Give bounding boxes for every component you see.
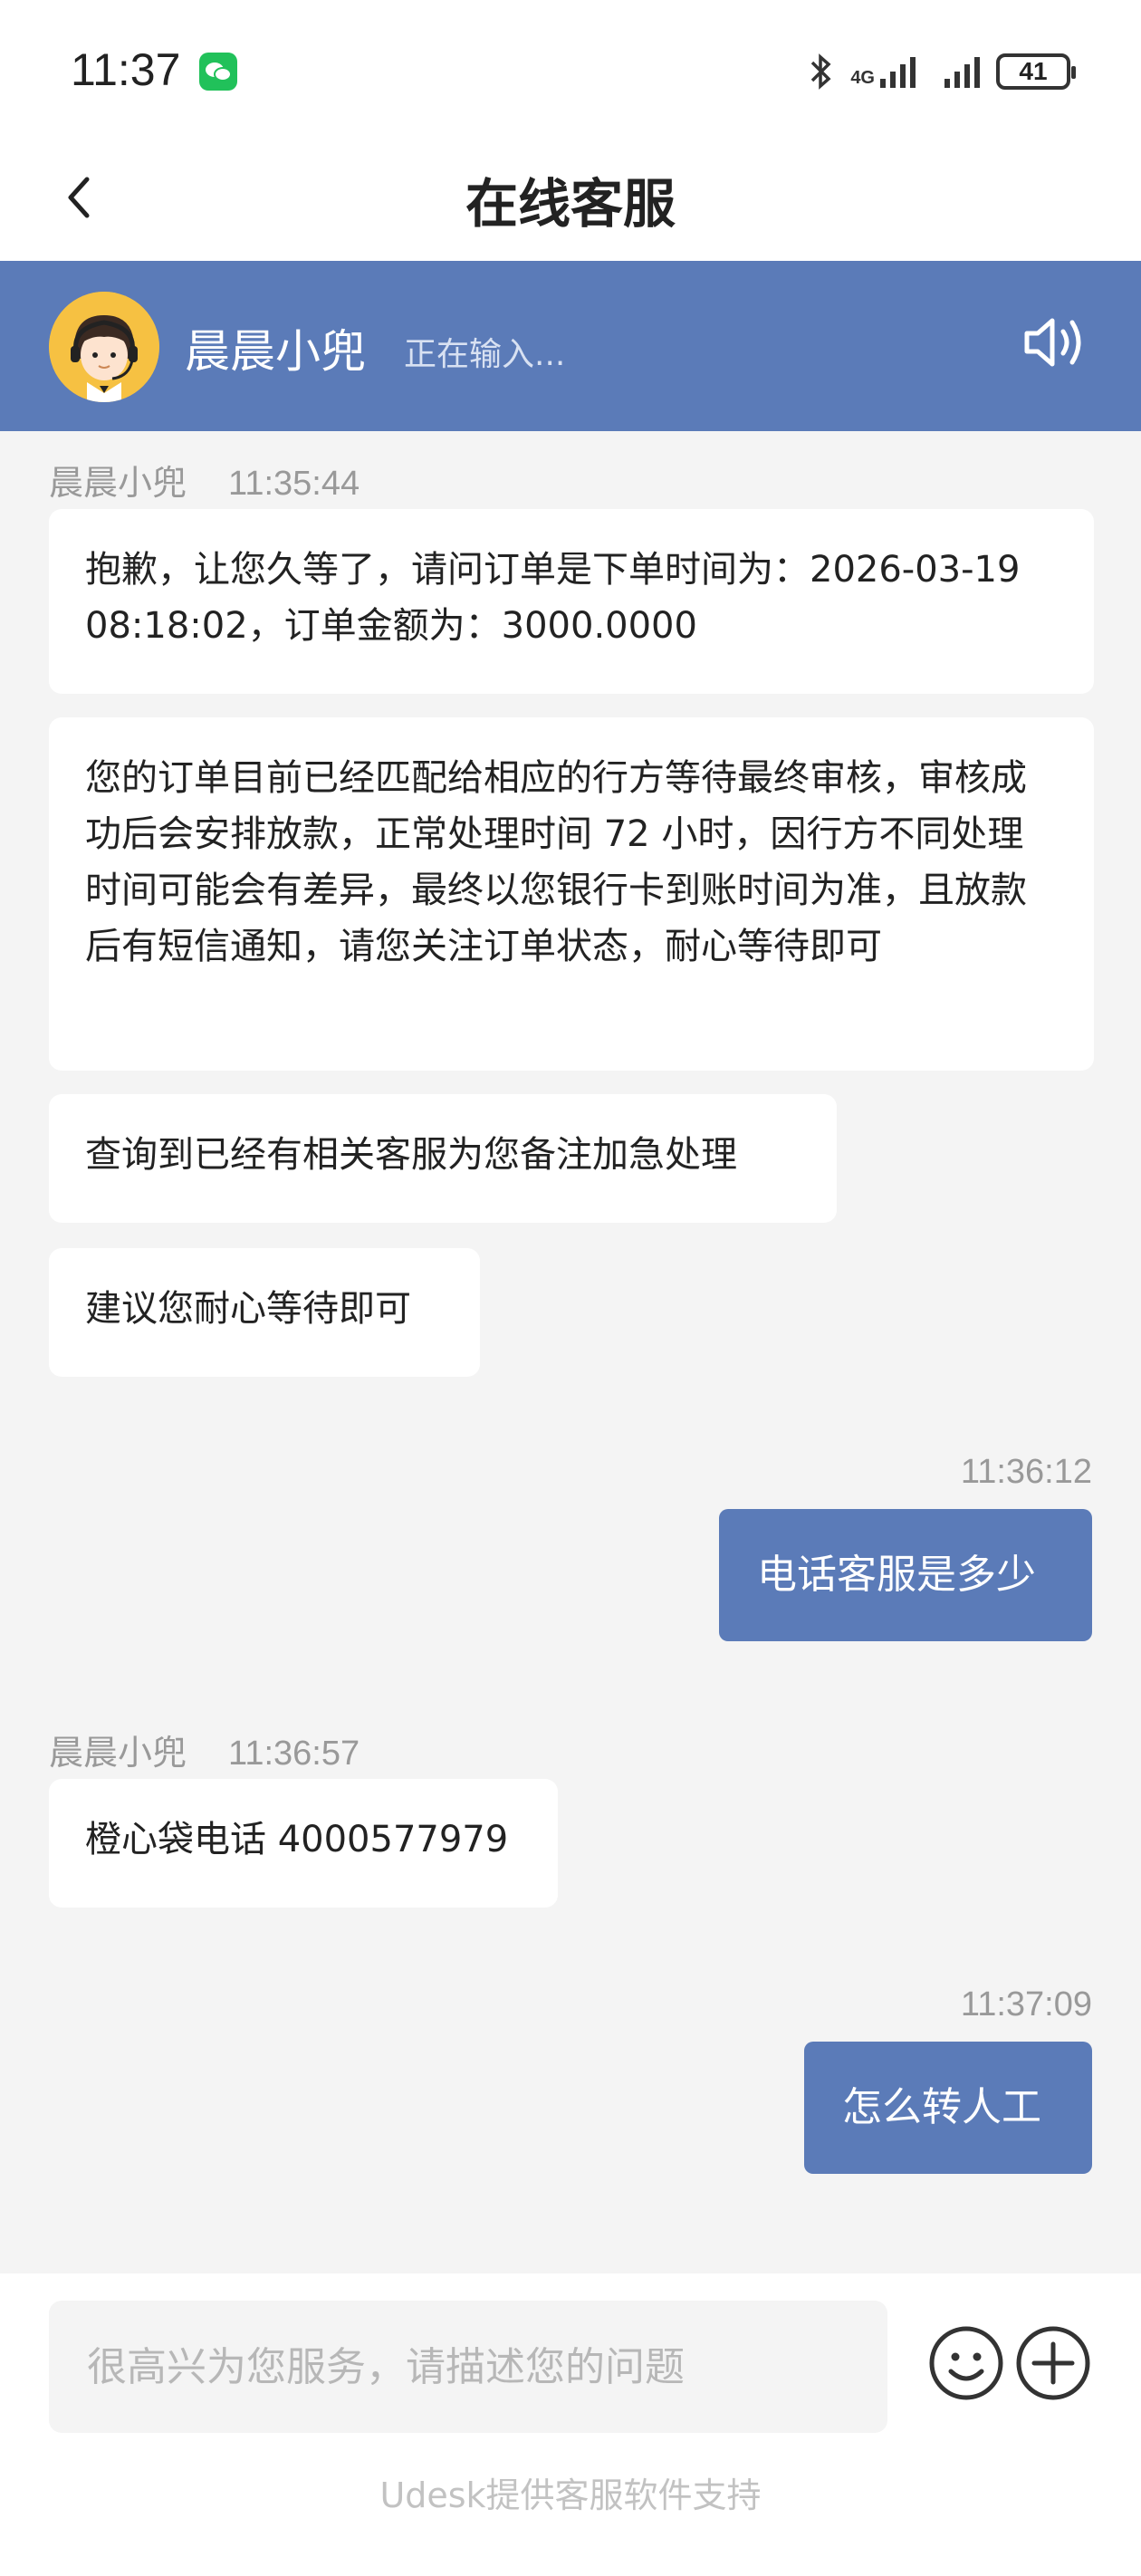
status-icons: 4G 41: [809, 49, 1076, 94]
speaker-icon[interactable]: [1018, 306, 1090, 379]
sender-name: 晨晨小兜: [49, 1733, 187, 1773]
status-bar: 11:37 4G 41: [0, 0, 1141, 136]
agent-message: 查询到已经有相关客服为您备注加急处理: [49, 1094, 837, 1223]
message-input-box[interactable]: [49, 2301, 887, 2433]
network-label: 4G: [850, 68, 875, 88]
agent-bar: 晨晨小兜 正在输入...: [0, 261, 1141, 431]
user-message: 怎么转人工: [804, 2042, 1092, 2174]
agent-message: 您的订单目前已经匹配给相应的行方等待最终审核，审核成功后会安排放款，正常处理时间…: [49, 717, 1094, 1071]
nav-bar: 在线客服: [0, 136, 1141, 261]
plus-icon[interactable]: [1014, 2324, 1092, 2402]
battery-icon: 41: [996, 53, 1076, 90]
composer: Udesk提供客服软件支持: [0, 2273, 1141, 2576]
agent-message: 抱歉，让您久等了，请问订单是下单时间为：2026-03-19 08:18:02，…: [49, 509, 1094, 694]
wechat-icon: [199, 53, 237, 91]
emoji-icon[interactable]: [927, 2324, 1005, 2402]
agent-message: 建议您耐心等待即可: [49, 1248, 480, 1377]
signal-icon: 4G: [850, 55, 916, 88]
sender-name: 晨晨小兜: [49, 463, 187, 503]
agent-name: 晨晨小兜: [185, 325, 366, 378]
message-time: 11:36:57: [228, 1735, 360, 1773]
agent-message: 橙心袋电话 4000577979: [49, 1779, 558, 1908]
user-message: 电话客服是多少: [719, 1509, 1092, 1641]
avatar: [49, 292, 159, 402]
message-meta: 晨晨小兜 11:36:57: [49, 1725, 360, 1774]
message-time: 11:35:44: [228, 465, 360, 503]
signal-icon-2: [944, 55, 980, 88]
battery-level: 41: [1019, 57, 1048, 85]
message-meta: 晨晨小兜 11:35:44: [49, 455, 360, 505]
agent-status: 正在输入...: [404, 336, 566, 373]
page-title: 在线客服: [465, 173, 676, 235]
bluetooth-icon: [811, 53, 831, 90]
status-time: 11:37: [71, 44, 181, 95]
message-time: 11:36:12: [960, 1453, 1092, 1491]
message-input[interactable]: [49, 2301, 887, 2433]
message-time: 11:37:09: [960, 1985, 1092, 2023]
powered-by-text: Udesk提供客服软件支持: [379, 2475, 762, 2515]
